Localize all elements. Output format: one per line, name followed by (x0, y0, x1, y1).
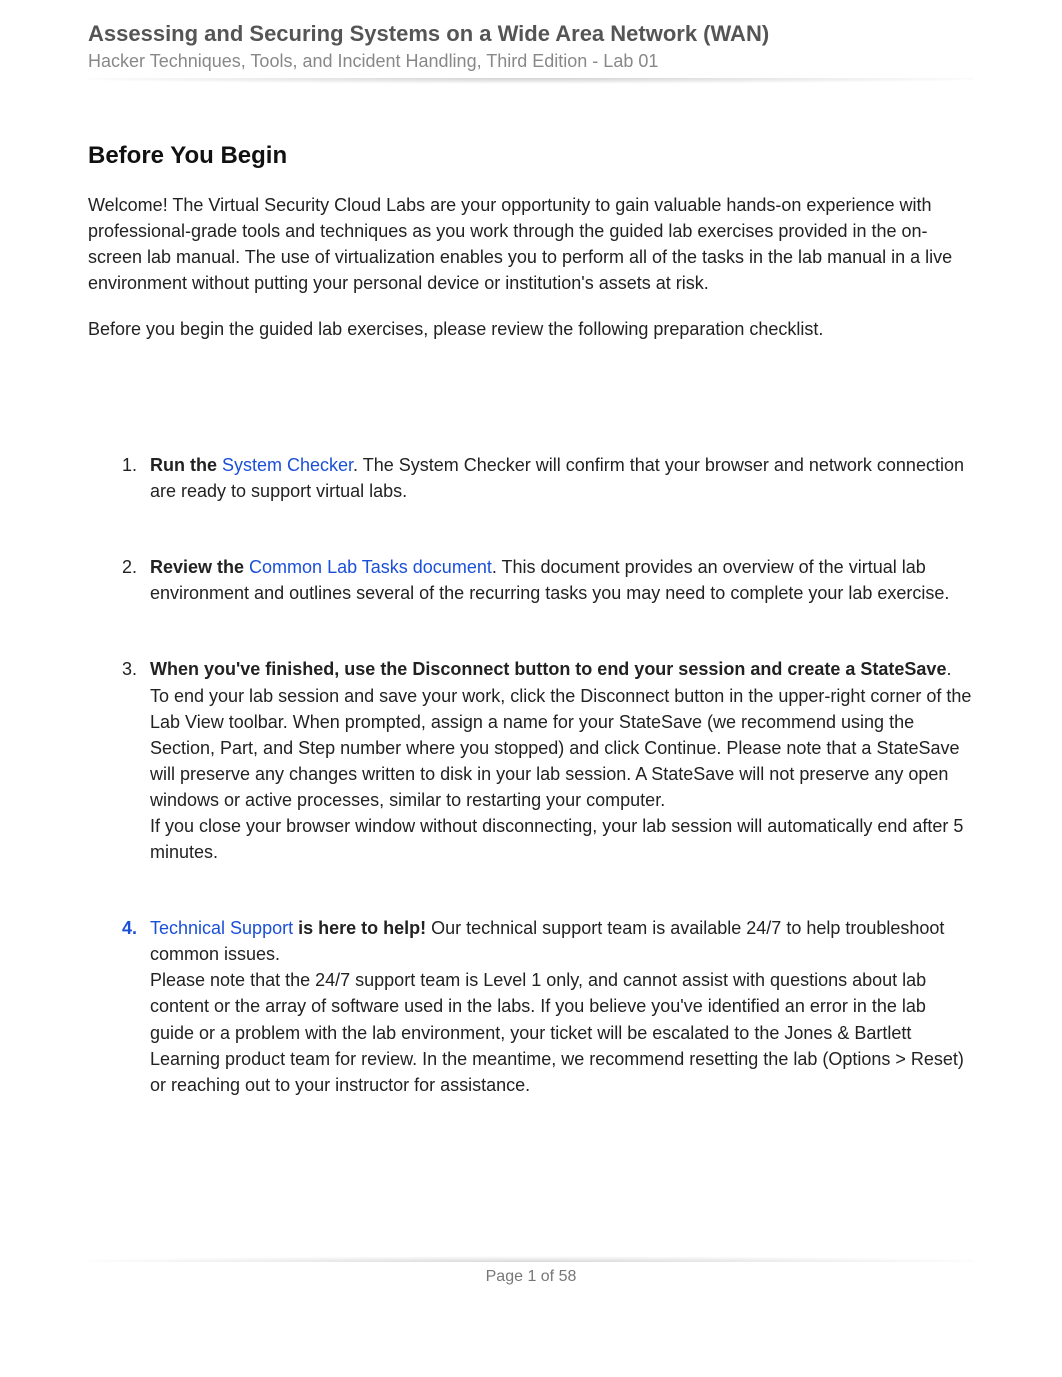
item-tail: . To end your lab session and save your … (150, 659, 971, 809)
item-paragraph-2: Please note that the 24/7 support team i… (150, 967, 974, 1097)
footer-divider (88, 1248, 974, 1262)
list-marker: 1. (122, 452, 137, 478)
section-heading: Before You Begin (88, 142, 974, 170)
item-paragraph-2: If you close your browser window without… (150, 813, 974, 865)
document-subtitle: Hacker Techniques, Tools, and Incident H… (88, 51, 974, 72)
list-marker: 2. (122, 554, 137, 580)
intro-paragraph-1: Welcome! The Virtual Security Cloud Labs… (88, 192, 974, 296)
intro-paragraph-2: Before you begin the guided lab exercise… (88, 316, 974, 342)
document-title: Assessing and Securing Systems on a Wide… (88, 20, 974, 49)
preparation-checklist: 1. Run the System Checker. The System Ch… (88, 452, 974, 1098)
item-lead: Run the (150, 455, 222, 475)
document-header: Assessing and Securing Systems on a Wide… (88, 20, 974, 72)
page-number: Page 1 of 58 (88, 1268, 974, 1286)
header-divider (88, 78, 974, 92)
item-lead: Review the (150, 557, 249, 577)
common-lab-tasks-link[interactable]: Common Lab Tasks document (249, 557, 492, 577)
technical-support-link[interactable]: Technical Support (150, 918, 293, 938)
list-marker: 3. (122, 656, 137, 682)
item-lead: When you've finished, use the Disconnect… (150, 659, 946, 679)
item-mid-bold: is here to help! (293, 918, 426, 938)
document-page: Assessing and Securing Systems on a Wide… (0, 0, 1062, 1377)
system-checker-link[interactable]: System Checker (222, 455, 353, 475)
checklist-item-1: 1. Run the System Checker. The System Ch… (122, 452, 974, 504)
checklist-item-3: 3. When you've finished, use the Disconn… (122, 656, 974, 865)
checklist-item-4: 4. Technical Support is here to help! Ou… (122, 915, 974, 1098)
list-marker: 4. (122, 915, 137, 941)
checklist-item-2: 2. Review the Common Lab Tasks document.… (122, 554, 974, 606)
